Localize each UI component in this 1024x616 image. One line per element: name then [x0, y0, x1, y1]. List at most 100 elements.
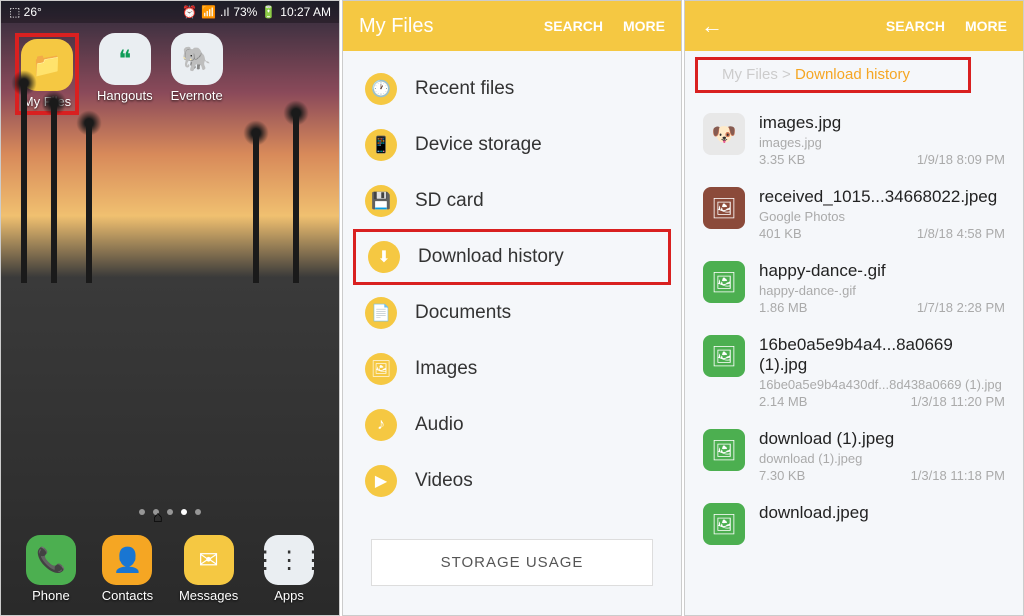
- downloads-screen: ← SEARCH MORE My Files > Download histor…: [684, 0, 1024, 616]
- category-icon: ▶: [365, 465, 397, 497]
- file-item[interactable]: 🐶 images.jpg images.jpg 3.35 KB1/9/18 8:…: [685, 103, 1023, 177]
- category-videos[interactable]: ▶ Videos: [343, 453, 681, 509]
- category-icon: 📱: [365, 129, 397, 161]
- file-size: 7.30 KB: [759, 468, 805, 483]
- breadcrumb[interactable]: My Files > Download history: [704, 52, 928, 97]
- file-name: 16be0a5e9b4a4...8a0669 (1).jpg: [759, 335, 1005, 375]
- dock-icon: 👤: [102, 535, 152, 585]
- file-meta: download.jpeg: [759, 503, 1005, 523]
- breadcrumb-highlight: My Files > Download history: [695, 57, 971, 93]
- dock-icon: 📞: [26, 535, 76, 585]
- clock: 10:27 AM: [280, 5, 331, 19]
- category-label: SD card: [415, 190, 484, 212]
- file-sub: Google Photos: [759, 209, 1005, 224]
- home-screen: ⬚ 26° ⏰ 📶 .ıl 73% 🔋 10:27 AM 📁My Files❝H…: [0, 0, 340, 616]
- file-meta: received_1015...34668022.jpeg Google Pho…: [759, 187, 1005, 241]
- file-name: download.jpeg: [759, 503, 1005, 523]
- app-bar: My Files SEARCH MORE: [343, 1, 681, 51]
- category-list: 🕐Recent files 📱 Device storage 💾 SD card ⬇ Dow…: [343, 51, 681, 519]
- alarm-icon: ⏰: [182, 5, 197, 19]
- app-title: My Files: [359, 15, 433, 38]
- dock-messages[interactable]: ✉ Messages: [179, 535, 238, 603]
- category-label: Videos: [415, 470, 473, 492]
- battery-pct: 73%: [233, 5, 257, 19]
- file-sub: images.jpg: [759, 135, 1005, 150]
- dock-label: Messages: [179, 588, 238, 603]
- category-icon: 📄: [365, 297, 397, 329]
- breadcrumb-current: Download history: [795, 66, 910, 83]
- file-thumb: 🖼: [703, 503, 745, 545]
- dock-label: Apps: [274, 588, 304, 603]
- app-bar: ← SEARCH MORE: [685, 1, 1023, 51]
- search-action[interactable]: SEARCH: [544, 18, 603, 34]
- dock-phone[interactable]: 📞 Phone: [26, 535, 76, 603]
- file-size: 3.35 KB: [759, 152, 805, 167]
- category-label: Download history: [418, 246, 564, 268]
- file-name: happy-dance-.gif: [759, 261, 1005, 281]
- file-date: 1/8/18 4:58 PM: [917, 226, 1005, 241]
- storage-usage-button[interactable]: STORAGE USAGE: [371, 539, 653, 586]
- category-recent-files[interactable]: 🕐Recent files: [343, 61, 681, 117]
- file-sub: download (1).jpeg: [759, 451, 1005, 466]
- category-device-storage[interactable]: 📱 Device storage: [343, 117, 681, 173]
- dock-icon: ⋮⋮⋮: [264, 535, 314, 585]
- category-icon: 🖼: [365, 353, 397, 385]
- file-item[interactable]: 🖼 happy-dance-.gif happy-dance-.gif 1.86…: [685, 251, 1023, 325]
- wallpaper: [1, 23, 339, 615]
- category-download-history[interactable]: ⬇ Download history: [353, 229, 671, 285]
- category-label: Images: [415, 358, 477, 380]
- status-bar: ⬚ 26° ⏰ 📶 .ıl 73% 🔋 10:27 AM: [1, 1, 339, 23]
- category-icon: 💾: [365, 185, 397, 217]
- more-action[interactable]: MORE: [965, 18, 1007, 34]
- file-thumb: 🖼: [703, 187, 745, 229]
- file-thumb: 🐶: [703, 113, 745, 155]
- back-button[interactable]: ←: [701, 13, 723, 39]
- dock-apps[interactable]: ⋮⋮⋮ Apps: [264, 535, 314, 603]
- file-meta: images.jpg images.jpg 3.35 KB1/9/18 8:09…: [759, 113, 1005, 167]
- file-date: 1/7/18 2:28 PM: [917, 300, 1005, 315]
- file-name: images.jpg: [759, 113, 1005, 133]
- category-audio[interactable]: ♪ Audio: [343, 397, 681, 453]
- category-icon: ⬇: [368, 241, 400, 273]
- file-item[interactable]: 🖼 received_1015...34668022.jpeg Google P…: [685, 177, 1023, 251]
- myfiles-screen: My Files SEARCH MORE 🕐Recent files 📱 Devic…: [342, 0, 682, 616]
- file-meta: happy-dance-.gif happy-dance-.gif 1.86 M…: [759, 261, 1005, 315]
- file-size: 2.14 MB: [759, 394, 807, 409]
- category-label: Documents: [415, 302, 511, 324]
- file-meta: download (1).jpeg download (1).jpeg 7.30…: [759, 429, 1005, 483]
- file-sub: happy-dance-.gif: [759, 283, 1005, 298]
- search-action[interactable]: SEARCH: [886, 18, 945, 34]
- breadcrumb-root[interactable]: My Files: [722, 66, 778, 83]
- dock-icon: ✉: [184, 535, 234, 585]
- file-name: received_1015...34668022.jpeg: [759, 187, 1005, 207]
- file-date: 1/3/18 11:18 PM: [911, 468, 1005, 483]
- category-sd-card[interactable]: 💾 SD card: [343, 173, 681, 229]
- page-indicator: ⌂: [1, 509, 339, 515]
- file-item[interactable]: 🖼 16be0a5e9b4a4...8a0669 (1).jpg 16be0a5…: [685, 325, 1023, 419]
- category-images[interactable]: 🖼 Images: [343, 341, 681, 397]
- category-label: Audio: [415, 414, 464, 436]
- file-item[interactable]: 🖼 download.jpeg: [685, 493, 1023, 555]
- file-thumb: 🖼: [703, 335, 745, 377]
- file-thumb: 🖼: [703, 261, 745, 303]
- file-size: 401 KB: [759, 226, 802, 241]
- dock: 📞 Phone 👤 Contacts ✉ Messages ⋮⋮⋮ Apps: [1, 535, 339, 603]
- dock-contacts[interactable]: 👤 Contacts: [102, 535, 153, 603]
- category-label: Device storage: [415, 134, 542, 156]
- file-name: download (1).jpeg: [759, 429, 1005, 449]
- status-left: ⬚ 26°: [9, 5, 42, 19]
- file-date: 1/3/18 11:20 PM: [911, 394, 1005, 409]
- file-meta: 16be0a5e9b4a4...8a0669 (1).jpg 16be0a5e9…: [759, 335, 1005, 409]
- file-item[interactable]: 🖼 download (1).jpeg download (1).jpeg 7.…: [685, 419, 1023, 493]
- category-label: Recent files: [415, 78, 514, 100]
- battery-icon: 🔋: [261, 5, 276, 19]
- file-size: 1.86 MB: [759, 300, 807, 315]
- dock-label: Contacts: [102, 588, 153, 603]
- more-action[interactable]: MORE: [623, 18, 665, 34]
- signal-icon: .ıl: [220, 5, 229, 19]
- dock-label: Phone: [32, 588, 70, 603]
- category-icon: ♪: [365, 409, 397, 441]
- file-thumb: 🖼: [703, 429, 745, 471]
- breadcrumb-sep: >: [782, 66, 791, 83]
- category-documents[interactable]: 📄 Documents: [343, 285, 681, 341]
